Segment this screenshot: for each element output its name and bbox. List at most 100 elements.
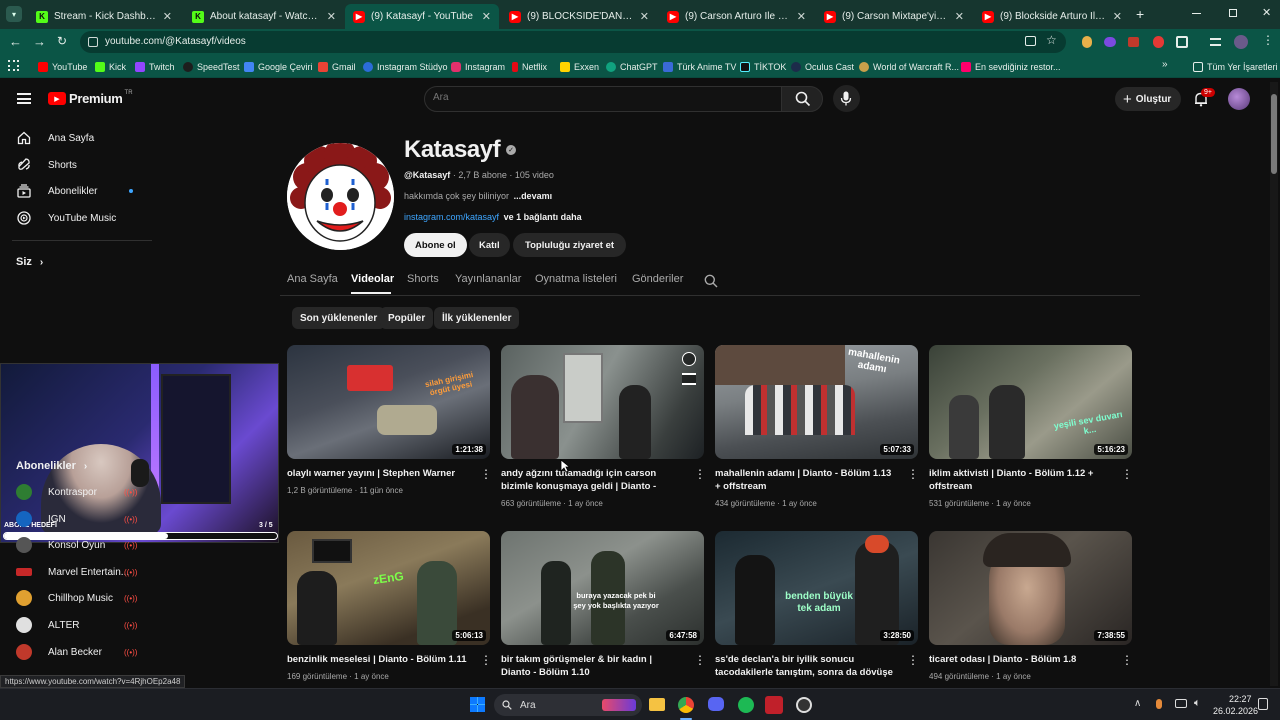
close-window-icon[interactable]: ✕ [1262, 6, 1271, 19]
chrome-icon[interactable] [678, 697, 694, 713]
video-thumbnail[interactable] [501, 345, 704, 459]
more-options-icon[interactable]: ⋮ [1121, 654, 1133, 666]
all-bookmarks-folder[interactable]: Tüm Yer İşaretleri [1193, 60, 1278, 74]
bookmark-kick[interactable]: Kick [95, 60, 126, 74]
video-thumbnail[interactable]: yeşili sev duvarı k... 5:16:23 [929, 345, 1132, 459]
profile-avatar[interactable] [1234, 35, 1248, 49]
bookmark-youtube[interactable]: YouTube [38, 60, 87, 74]
bookmark-speedtest[interactable]: SpeedTest [183, 60, 240, 74]
video-title[interactable]: olaylı warner yayını | Stephen Warner [287, 467, 467, 480]
create-button[interactable]: + Oluştur [1115, 87, 1182, 111]
add-to-queue-icon[interactable] [682, 373, 696, 385]
file-explorer-icon[interactable] [649, 698, 665, 711]
notifications-button[interactable]: 9+ [1193, 88, 1215, 107]
microphone-tray-icon[interactable] [1156, 699, 1162, 709]
apps-grid-icon[interactable] [8, 60, 19, 71]
maximize-icon[interactable] [1229, 9, 1237, 17]
spotify-icon[interactable] [738, 697, 754, 713]
chevron-up-icon[interactable]: ∧ [1134, 698, 1141, 709]
sidebar-item-home[interactable]: Ana Sayfa [16, 127, 94, 149]
extensions-puzzle-icon[interactable] [1176, 36, 1188, 48]
watch-later-icon[interactable] [682, 352, 696, 366]
tab-kick-dashboard[interactable]: K Stream - Kick Dashboard ✕ [28, 4, 180, 29]
reload-icon[interactable]: ↻ [57, 34, 67, 48]
video-title[interactable]: ss'de declan'a bir iyilik sonucu tacodak… [715, 653, 895, 679]
tab-kick-about[interactable]: K About katasayf - Watch Live on ✕ [184, 4, 344, 29]
video-thumbnail[interactable]: mahallenin adamı 5:07:33 [715, 345, 918, 459]
tab-blockside-ban[interactable]: ▶ (9) BLOCKSİDE'DAN KANLI BAN ✕ [501, 4, 657, 29]
close-icon[interactable]: ✕ [955, 10, 964, 23]
windows-start-icon[interactable] [470, 697, 485, 712]
bookmark-tiktok[interactable]: TİKTOK [740, 60, 786, 74]
obs-icon[interactable] [796, 697, 812, 713]
more-links-button[interactable]: ve 1 bağlantı daha [504, 212, 582, 222]
video-title[interactable]: ticaret odası | Dianto - Bölüm 1.8 [929, 653, 1109, 666]
extension-icon[interactable] [1082, 36, 1092, 48]
scrollbar-thumb[interactable] [1271, 94, 1277, 174]
sidebar-channel-konsol-oyun[interactable]: Konsol Oyun [16, 535, 105, 555]
channel-avatar[interactable] [287, 143, 394, 250]
forward-icon[interactable]: → [33, 34, 46, 49]
site-info-icon[interactable] [88, 37, 98, 47]
video-title[interactable]: benzinlik meselesi | Dianto - Bölüm 1.11 [287, 653, 467, 666]
bookmark-turk-anime[interactable]: Türk Anime TV [663, 60, 736, 74]
bookmark-warcraft[interactable]: World of Warcraft R... [859, 60, 959, 74]
bookmark-instagram[interactable]: Instagram [451, 60, 505, 74]
more-link[interactable]: ...devamı [514, 191, 553, 201]
more-options-icon[interactable]: ⋮ [907, 468, 919, 480]
video-thumbnail[interactable]: zEnG 5:06:13 [287, 531, 490, 645]
close-icon[interactable]: ✕ [482, 10, 491, 23]
search-input[interactable] [433, 92, 763, 103]
tab-live[interactable]: Yayınlananlar [455, 273, 521, 285]
channel-description[interactable]: hakkımda çok şey biliniyor ...devamı [404, 191, 552, 201]
tab-videos[interactable]: Videolar [351, 273, 394, 285]
streaming-app-icon[interactable] [765, 696, 783, 714]
filter-oldest[interactable]: İlk yüklenenler [434, 307, 520, 329]
clock-date[interactable]: 26.02.2026 [1213, 706, 1258, 716]
close-icon[interactable]: ✕ [327, 10, 336, 23]
close-icon[interactable]: ✕ [797, 10, 806, 23]
sidebar-channel-kontraspor[interactable]: Kontraspor [16, 482, 97, 502]
sidebar-channel-marvel[interactable]: Marvel Entertain... [16, 562, 129, 582]
video-title[interactable]: bir takım görüşmeler & bir kadın | Diant… [501, 653, 681, 679]
filter-latest[interactable]: Son yüklenenler [292, 307, 386, 329]
bookmark-chatgpt[interactable]: ChatGPT [606, 60, 658, 74]
new-tab-button[interactable]: + [1136, 6, 1144, 22]
bookmark-netflix[interactable]: Netflix [512, 60, 547, 74]
address-bar[interactable]: youtube.com/@Katasayf/videos ☆ [80, 31, 1066, 53]
network-icon[interactable] [1175, 699, 1187, 708]
sidebar-item-youtube-music[interactable]: YouTube Music [16, 207, 116, 229]
search-box[interactable] [424, 86, 782, 112]
extension-icon[interactable] [1128, 37, 1139, 47]
tab-blockside-arturo[interactable]: ▶ (9) Blockside Arturo İle Konuşu ✕ [974, 4, 1130, 29]
reading-list-icon[interactable] [1210, 38, 1221, 46]
more-options-icon[interactable]: ⋮ [1121, 468, 1133, 480]
instagram-link[interactable]: instagram.com/katasayf [404, 212, 499, 222]
page-scrollbar[interactable] [1270, 82, 1278, 686]
sidebar-you-header[interactable]: Siz › [16, 256, 43, 268]
youtube-logo[interactable]: ▶ Premium TR [48, 90, 133, 106]
menu-dots-icon[interactable]: ⋮ [1262, 33, 1274, 47]
bookmark-instagram-studio[interactable]: Instagram Stüdyo [363, 60, 448, 74]
account-avatar[interactable] [1228, 88, 1250, 110]
notification-center-icon[interactable] [1258, 698, 1268, 710]
tab-search-icon[interactable]: ▾ [6, 6, 22, 22]
video-thumbnail[interactable]: silah girişimi örgüt üyesi 1:21:38 [287, 345, 490, 459]
bookmark-twitch[interactable]: Twitch [135, 60, 175, 74]
hamburger-menu-icon[interactable] [17, 93, 31, 104]
sidebar-channel-ign[interactable]: IGN [16, 509, 66, 529]
video-title[interactable]: andy ağzını tutamadığı için carson bizim… [501, 467, 681, 493]
bookmarks-overflow-icon[interactable]: » [1162, 59, 1168, 70]
community-button[interactable]: Topluluğu ziyaret et [513, 233, 627, 257]
bookmark-exxen[interactable]: Exxen [560, 60, 599, 74]
tab-shorts[interactable]: Shorts [407, 273, 439, 285]
video-thumbnail[interactable]: 7:38:55 [929, 531, 1132, 645]
video-title[interactable]: mahallenin adamı | Dianto - Bölüm 1.13 +… [715, 467, 895, 493]
close-icon[interactable]: ✕ [640, 10, 649, 23]
install-app-icon[interactable] [1025, 36, 1036, 46]
tab-carson-mixtape[interactable]: ▶ (9) Carson Mixtape'yi Cartel ile ✕ [816, 4, 972, 29]
sidebar-channel-alter[interactable]: ALTER [16, 615, 80, 635]
voice-search-button[interactable] [833, 85, 860, 112]
extension-icon[interactable] [1104, 37, 1116, 47]
tab-posts[interactable]: Gönderiler [632, 273, 683, 285]
